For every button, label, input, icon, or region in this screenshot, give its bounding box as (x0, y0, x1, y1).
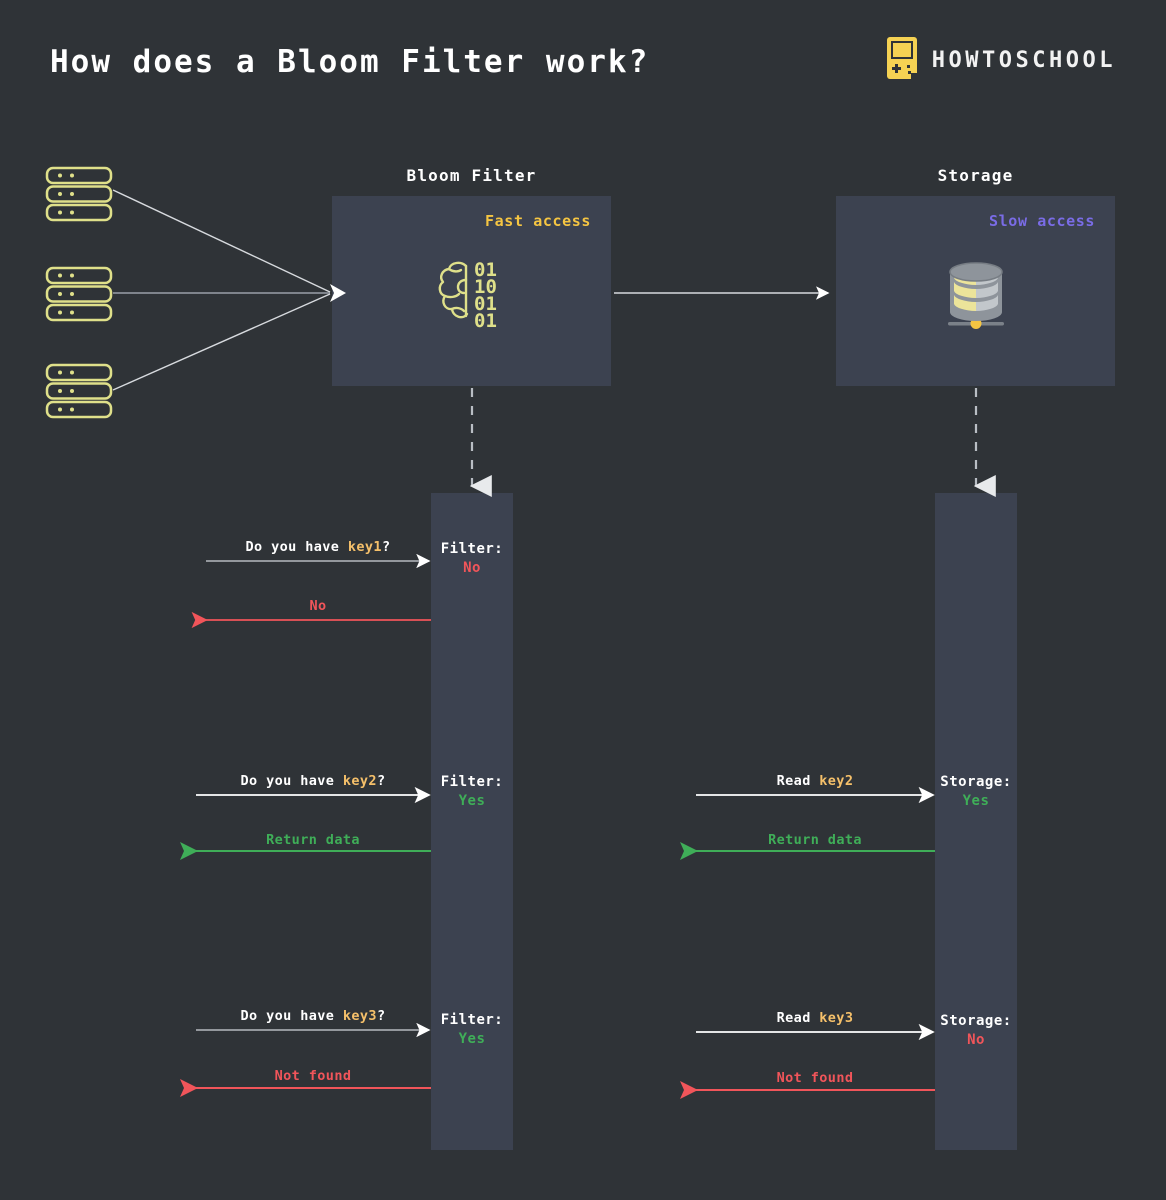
message-label-return-key2: Return data (768, 832, 862, 848)
lifeline-state-filter-key2: Filter: Yes (431, 773, 513, 811)
gameboy-icon (886, 36, 918, 84)
brain-binary-icon: 01 10 01 01 (433, 258, 511, 334)
lifeline-state-verdict: No (967, 1032, 985, 1048)
lifeline-state-verdict: Yes (458, 793, 486, 809)
participant-panel-bloom-filter: Fast access 01 10 01 01 (332, 196, 611, 386)
message-label-response-key3: Not found (274, 1068, 352, 1084)
lifeline-state-storage-key3: Storage: No (935, 1012, 1017, 1050)
message-text-suffix: ? (376, 1008, 386, 1024)
message-label-notfound-key3: Not found (776, 1070, 854, 1086)
participant-title-bloom-filter: Bloom Filter (406, 166, 537, 185)
slow-access-label: Slow access (989, 212, 1095, 230)
message-text-suffix: ? (381, 539, 391, 555)
message-text: Read (776, 1010, 820, 1026)
message-label-response-key1: No (309, 598, 327, 614)
lifeline-state-verdict: Yes (962, 793, 990, 809)
lifeline-state-verdict: Yes (458, 1031, 486, 1047)
message-label-response-key2: Return data (266, 832, 360, 848)
message-key: key3 (342, 1008, 377, 1024)
lifeline-bloom-filter (431, 493, 513, 1150)
participant-title-storage: Storage (937, 166, 1014, 185)
message-label-read-key3: Read key3 (695, 1010, 935, 1026)
message-label-request-key2: Do you have key2? (195, 773, 431, 789)
lifeline-state-verdict: No (463, 560, 481, 576)
page-title: How does a Bloom Filter work? (50, 44, 650, 80)
message-text: Read (776, 773, 820, 789)
diagram-canvas: How does a Bloom Filter work? HOWTOSCHOO… (0, 0, 1166, 1200)
lifeline-state-label: Filter: (440, 774, 504, 790)
lifeline-state-storage-key2: Storage: Yes (935, 773, 1017, 811)
server-stack-icon (45, 363, 113, 423)
fast-access-label: Fast access (485, 212, 591, 230)
lifeline-state-label: Filter: (440, 541, 504, 557)
source-to-bloom-connectors (112, 189, 346, 391)
lifeline-state-filter-key1: Filter: No (431, 540, 513, 578)
lifeline-storage (935, 493, 1017, 1150)
brand-name: HOWTOSCHOOL (931, 47, 1116, 73)
participant-panel-storage: Slow access (836, 196, 1115, 386)
message-key: key3 (819, 1010, 854, 1026)
message-label-request-key3: Do you have key3? (195, 1008, 431, 1024)
lifeline-state-label: Storage: (940, 1013, 1012, 1029)
lifeline-state-label: Storage: (940, 774, 1012, 790)
message-text: Do you have (240, 773, 343, 789)
lifeline-state-filter-key3: Filter: Yes (431, 1011, 513, 1049)
message-text: Do you have (245, 539, 348, 555)
message-key: key2 (819, 773, 854, 789)
svg-text:01: 01 (474, 310, 497, 330)
message-text: Do you have (240, 1008, 343, 1024)
message-key: key2 (342, 773, 377, 789)
database-cylinder-icon (936, 258, 1016, 338)
message-text-suffix: ? (376, 773, 386, 789)
brand-logo: HOWTOSCHOOL (886, 36, 1116, 84)
server-stack-icon (45, 266, 113, 326)
message-label-request-key1: Do you have key1? (205, 539, 431, 555)
message-key: key1 (347, 539, 382, 555)
message-label-read-key2: Read key2 (695, 773, 935, 789)
server-stack-icon (45, 166, 113, 226)
lifeline-state-label: Filter: (440, 1012, 504, 1028)
